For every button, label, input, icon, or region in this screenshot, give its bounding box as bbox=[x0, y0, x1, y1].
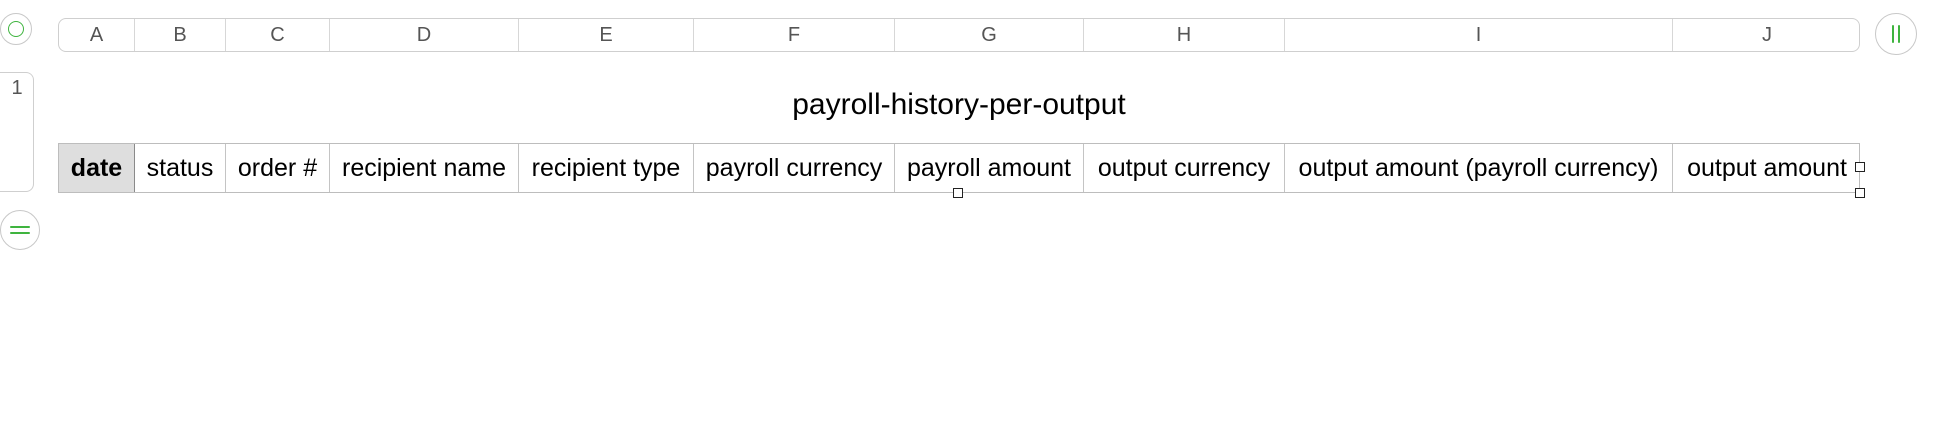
cell-c1[interactable]: order # bbox=[226, 144, 330, 192]
column-header-a[interactable]: A bbox=[59, 19, 135, 51]
equals-icon bbox=[10, 226, 30, 228]
column-header-bar: A B C D E F G H I J bbox=[58, 18, 1860, 52]
cell-i1[interactable]: output amount (payroll currency) bbox=[1285, 144, 1673, 192]
equals-icon-line bbox=[10, 232, 30, 234]
column-header-g[interactable]: G bbox=[895, 19, 1084, 51]
add-row-handle[interactable] bbox=[0, 210, 40, 250]
column-header-b[interactable]: B bbox=[135, 19, 226, 51]
column-header-c[interactable]: C bbox=[226, 19, 330, 51]
cell-f1[interactable]: payroll currency bbox=[694, 144, 895, 192]
circle-icon bbox=[8, 21, 24, 37]
resize-handle-right[interactable] bbox=[1855, 162, 1865, 172]
cell-h1[interactable]: output currency bbox=[1084, 144, 1285, 192]
cell-e1[interactable]: recipient type bbox=[519, 144, 694, 192]
cell-d1[interactable]: recipient name bbox=[330, 144, 519, 192]
table-header-row: date status order # recipient name recip… bbox=[58, 143, 1860, 193]
column-header-j[interactable]: J bbox=[1673, 19, 1859, 51]
resize-handle-bottom[interactable] bbox=[953, 188, 963, 198]
cell-a1[interactable]: date bbox=[59, 144, 135, 192]
column-header-h[interactable]: H bbox=[1084, 19, 1285, 51]
table-title[interactable]: payroll-history-per-output bbox=[58, 88, 1860, 122]
column-header-e[interactable]: E bbox=[519, 19, 694, 51]
column-header-f[interactable]: F bbox=[694, 19, 895, 51]
cell-g1[interactable]: payroll amount bbox=[895, 144, 1084, 192]
column-header-i[interactable]: I bbox=[1285, 19, 1673, 51]
row-header-1[interactable]: 1 bbox=[0, 70, 34, 106]
cell-b1[interactable]: status bbox=[135, 144, 226, 192]
column-header-d[interactable]: D bbox=[330, 19, 519, 51]
add-column-handle[interactable] bbox=[1875, 13, 1917, 55]
select-all-button[interactable] bbox=[0, 13, 32, 45]
resize-handle-corner[interactable] bbox=[1855, 188, 1865, 198]
pause-icon-bar bbox=[1898, 25, 1900, 43]
cell-j1[interactable]: output amount bbox=[1673, 144, 1861, 192]
pause-icon bbox=[1892, 25, 1894, 43]
